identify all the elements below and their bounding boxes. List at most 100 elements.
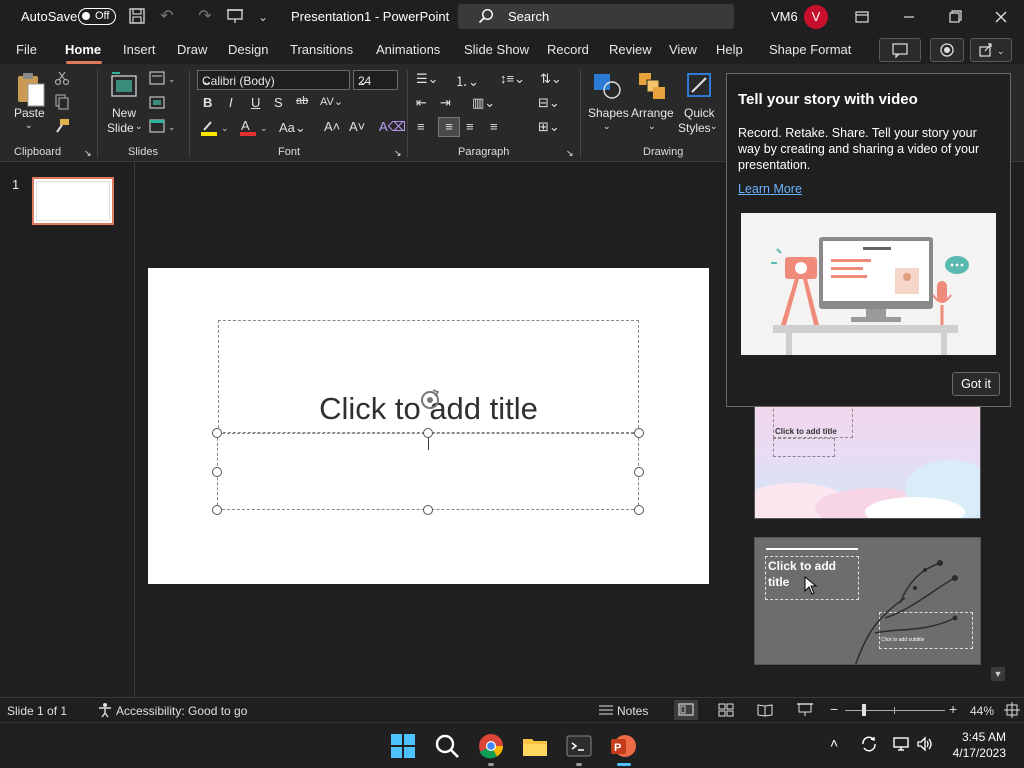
underline-icon[interactable]: U — [251, 95, 260, 110]
resize-handle[interactable] — [212, 428, 222, 438]
align-left-icon[interactable]: ≡ — [417, 119, 425, 134]
italic-icon[interactable]: I — [229, 95, 233, 110]
customize-qat-icon[interactable]: ⌄ — [253, 7, 273, 27]
show-hidden-icons-icon[interactable]: ˄ — [830, 735, 838, 751]
slide-canvas[interactable]: Click to add title — [136, 163, 736, 697]
record-button[interactable] — [930, 38, 964, 62]
got-it-button[interactable]: Got it — [952, 372, 1000, 396]
restore-icon[interactable] — [944, 6, 966, 28]
quick-styles-label-2[interactable]: Styles — [678, 121, 711, 135]
windows-start-icon[interactable] — [389, 732, 417, 760]
text-direction-icon[interactable]: ⇅⌄ — [540, 71, 562, 87]
resize-handle[interactable] — [212, 505, 222, 515]
tab-transitions[interactable]: Transitions — [290, 42, 353, 57]
shapes-icon[interactable] — [592, 70, 622, 105]
arrange-icon[interactable] — [637, 70, 667, 105]
line-spacing-icon[interactable]: ↕≡⌄ — [500, 71, 525, 87]
tab-draw[interactable]: Draw — [177, 42, 207, 57]
paste-icon[interactable] — [14, 70, 48, 110]
paste-label[interactable]: Paste — [14, 106, 45, 120]
save-icon[interactable] — [127, 7, 147, 27]
tab-slide-show[interactable]: Slide Show — [464, 42, 529, 57]
tab-help[interactable]: Help — [716, 42, 743, 57]
slide-sorter-icon[interactable] — [717, 702, 735, 718]
resize-handle[interactable] — [634, 505, 644, 515]
resize-handle[interactable] — [212, 467, 222, 477]
user-name[interactable]: VM6 — [771, 9, 798, 24]
zoom-slider-track[interactable] — [845, 710, 945, 711]
arrange-dropdown-icon[interactable]: ⌄ — [648, 121, 656, 132]
paste-dropdown-icon[interactable]: ⌄ — [25, 120, 33, 131]
section-icon[interactable]: ⌄ — [149, 119, 177, 138]
volume-icon[interactable] — [916, 735, 934, 753]
resize-handle[interactable] — [634, 467, 644, 477]
normal-view-button[interactable] — [674, 700, 698, 720]
resize-handle[interactable] — [423, 428, 433, 438]
copy-icon[interactable] — [54, 94, 74, 113]
justify-icon[interactable]: ≡ — [490, 119, 498, 134]
ribbon-display-icon[interactable] — [851, 6, 873, 28]
powerpoint-icon[interactable]: P — [609, 732, 637, 760]
slide-thumbnail[interactable] — [32, 177, 114, 225]
layout-icon[interactable]: ⌄ — [149, 71, 177, 90]
highlight-icon[interactable]: ⌄ — [200, 119, 230, 140]
resize-handle[interactable] — [423, 505, 433, 515]
slide[interactable]: Click to add title — [148, 268, 709, 584]
font-color-icon[interactable]: A ⌄ — [239, 118, 269, 140]
columns-icon[interactable]: ▥⌄ — [472, 95, 495, 111]
numbering-icon[interactable]: ⒈⌄ — [455, 71, 479, 90]
avatar[interactable]: V — [804, 5, 828, 29]
tab-animations[interactable]: Animations — [376, 42, 440, 57]
font-name-select[interactable]: Calibri (Body) ⌄ — [197, 70, 350, 90]
comments-button[interactable] — [879, 38, 921, 62]
accessibility-icon[interactable] — [97, 702, 113, 718]
tab-review[interactable]: Review — [609, 42, 652, 57]
tab-file[interactable]: File — [16, 42, 37, 57]
redo-icon[interactable]: ↷ — [195, 7, 215, 27]
quick-styles-icon[interactable] — [684, 70, 714, 105]
reading-view-icon[interactable] — [756, 702, 774, 718]
system-clock[interactable]: 3:45 AM 4/17/2023 — [953, 729, 1006, 761]
character-spacing-icon[interactable]: AV⌄ — [320, 95, 343, 108]
align-center-icon[interactable]: ≡ — [438, 117, 460, 137]
resize-handle[interactable] — [634, 428, 644, 438]
fit-to-window-icon[interactable] — [1004, 702, 1020, 718]
tab-record[interactable]: Record — [547, 42, 589, 57]
quick-styles-label[interactable]: Quick — [684, 106, 715, 120]
decrease-indent-icon[interactable]: ⇤ — [416, 95, 427, 111]
bullets-icon[interactable]: ☰⌄ — [416, 71, 439, 87]
design-idea-card[interactable]: Click to add title — [754, 391, 981, 519]
clear-formatting-icon[interactable]: A⌫ — [379, 119, 406, 135]
present-icon[interactable] — [225, 7, 245, 27]
cut-icon[interactable] — [54, 70, 70, 89]
terminal-icon[interactable] — [565, 732, 593, 760]
tab-insert[interactable]: Insert — [123, 42, 156, 57]
zoom-in-icon[interactable]: + — [949, 701, 957, 717]
strikethrough-icon[interactable]: ab — [296, 95, 308, 107]
tab-view[interactable]: View — [669, 42, 697, 57]
accessibility-status[interactable]: Accessibility: Good to go — [116, 704, 247, 718]
search-box[interactable]: Search — [458, 4, 734, 29]
paragraph-launcher-icon[interactable]: ↘ — [566, 148, 574, 159]
font-size-select[interactable]: 24 ⌄ — [353, 70, 398, 90]
close-icon[interactable] — [990, 6, 1012, 28]
align-text-icon[interactable]: ⊟⌄ — [538, 95, 560, 111]
reset-icon[interactable] — [149, 95, 165, 114]
zoom-slider-thumb[interactable] — [862, 704, 866, 716]
align-right-icon[interactable]: ≡ — [466, 119, 474, 134]
minimize-icon[interactable] — [898, 6, 920, 28]
design-idea-card[interactable]: Click to add title Click to add subtitle — [754, 537, 981, 665]
notes-button[interactable]: Notes — [617, 704, 648, 718]
font-launcher-icon[interactable]: ↘ — [394, 148, 402, 159]
zoom-out-icon[interactable]: − — [830, 701, 838, 717]
undo-icon[interactable]: ↶ — [157, 7, 177, 27]
grow-font-icon[interactable]: A˄ — [324, 119, 340, 134]
shrink-font-icon[interactable]: A˅ — [349, 119, 365, 134]
new-slide-label-2[interactable]: Slide — [107, 121, 134, 135]
network-icon[interactable] — [892, 735, 910, 753]
file-explorer-icon[interactable] — [521, 732, 549, 760]
tab-design[interactable]: Design — [228, 42, 268, 57]
format-painter-icon[interactable] — [54, 118, 70, 137]
smartart-icon[interactable]: ⊞⌄ — [538, 119, 560, 135]
shapes-dropdown-icon[interactable]: ⌄ — [603, 121, 611, 132]
